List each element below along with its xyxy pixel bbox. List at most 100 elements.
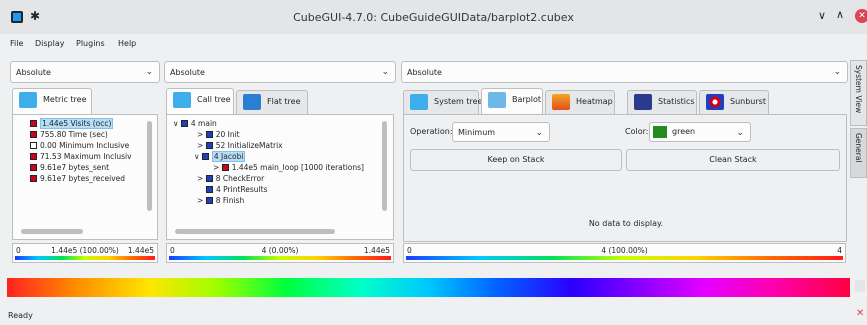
tree-row-label: 0.00 Minimum Inclusive: [40, 141, 130, 150]
color-select[interactable]: green ⌄: [649, 122, 751, 142]
operation-select[interactable]: Minimum ⌄: [452, 122, 550, 142]
side-tab-system-view[interactable]: System View: [850, 60, 867, 126]
scale-max: 4: [837, 246, 842, 255]
tab-metric-tree[interactable]: Metric tree: [12, 88, 92, 114]
side-tab-general-label: General: [854, 133, 863, 163]
vertical-scrollbar[interactable]: [382, 121, 387, 211]
side-tab-bar: System View General: [850, 56, 867, 268]
scale-gradient: [169, 256, 391, 260]
tree-row-label: 9.61e7 bytes_sent: [40, 163, 110, 172]
call-panel: Call tree Flat tree ∨ 4 main > 20 Init >…: [164, 88, 396, 268]
tab-flat-tree[interactable]: Flat tree: [236, 90, 308, 114]
tree-row[interactable]: 71.53 Maximum Inclusiv: [30, 152, 132, 162]
side-tab-general[interactable]: General: [850, 128, 867, 178]
tree-row[interactable]: > 1.44e5 main_loop [1000 iterations]: [213, 163, 364, 173]
tree-row[interactable]: 9.61e7 bytes_sent: [30, 163, 109, 173]
tab-statistics-label: Statistics: [658, 97, 695, 106]
keep-on-stack-button[interactable]: Keep on Stack: [410, 149, 622, 171]
expand-chevron-icon[interactable]: >: [197, 130, 203, 139]
tree-row-label: 4 PrintResults: [216, 185, 268, 194]
tree-row[interactable]: ∨ 4 Jacobi: [194, 151, 246, 162]
operation-value: Minimum: [458, 128, 496, 137]
tab-heatmap[interactable]: Heatmap: [545, 90, 615, 114]
flat-tree-icon: [243, 94, 261, 110]
system-mode-value: Absolute: [407, 68, 442, 77]
color-square: [30, 131, 37, 138]
chevron-down-icon: ⌄: [535, 128, 543, 138]
metric-tree[interactable]: 1.44e5 Visits (occ) 755.80 Time (sec) 0.…: [12, 114, 158, 240]
menu-plugins[interactable]: Plugins: [76, 39, 105, 48]
barplot-icon: [488, 92, 506, 108]
color-square: [30, 153, 37, 160]
chevron-down-icon: ⌄: [381, 67, 389, 77]
call-value-mode-select[interactable]: Absolute ⌄: [164, 61, 396, 83]
color-legend-handle[interactable]: [855, 280, 865, 292]
horizontal-scrollbar[interactable]: [21, 229, 83, 234]
color-label: Color:: [625, 127, 649, 136]
menu-display[interactable]: Display: [35, 39, 65, 48]
tab-barplot[interactable]: Barplot: [481, 88, 543, 114]
tree-row[interactable]: 755.80 Time (sec): [30, 130, 108, 140]
chevron-down-icon: ⌄: [145, 67, 153, 77]
tree-row[interactable]: 9.61e7 bytes_received: [30, 174, 125, 184]
window-title: CubeGUI-4.7.0: CubeGuideGUIData/barplot2…: [293, 11, 574, 24]
call-mode-value: Absolute: [170, 68, 205, 77]
tree-row[interactable]: > 20 Init: [197, 130, 240, 140]
tree-row-label: 4 main: [190, 119, 217, 128]
expand-chevron-icon[interactable]: >: [213, 163, 219, 172]
tree-row-label: 20 Init: [215, 130, 240, 139]
tab-sunburst[interactable]: Sunburst: [699, 90, 769, 114]
scale-max: 1.44e5: [363, 246, 390, 255]
tree-row-label: 52 InitializeMatrix: [215, 141, 283, 150]
color-swatch: [653, 126, 667, 138]
maximize-icon[interactable]: ∧: [836, 8, 844, 21]
menu-help[interactable]: Help: [118, 39, 136, 48]
title-bar: ✱ CubeGUI-4.7.0: CubeGuideGUIData/barplo…: [0, 0, 867, 34]
metric-panel: Metric tree 1.44e5 Visits (occ) 755.80 T…: [10, 88, 160, 268]
system-value-mode-select[interactable]: Absolute ⌄: [401, 61, 848, 83]
expand-chevron-icon[interactable]: >: [197, 174, 203, 183]
expand-chevron-icon[interactable]: >: [197, 196, 203, 205]
system-color-scale: 0 4 (100.00%) 4: [403, 243, 846, 263]
tree-row-label: 755.80 Time (sec): [40, 130, 108, 139]
tab-system-tree[interactable]: System tree: [403, 90, 482, 114]
tree-row-label: 8 Finish: [215, 196, 245, 205]
close-small-icon[interactable]: ✕: [856, 308, 864, 319]
operation-label: Operation:: [410, 127, 453, 136]
tree-row-label: 8 CheckError: [215, 174, 265, 183]
tree-row[interactable]: ∨ 4 main: [173, 119, 217, 129]
color-square: [221, 164, 229, 171]
tab-statistics[interactable]: Statistics: [627, 90, 697, 114]
menu-file[interactable]: File: [10, 39, 23, 48]
collapse-chevron-icon[interactable]: ∨: [194, 152, 200, 161]
vertical-scrollbar[interactable]: [147, 121, 152, 211]
system-panel: System tree Barplot Heatmap Statistics S…: [401, 88, 848, 268]
tab-call-tree[interactable]: Call tree: [166, 88, 234, 114]
color-square: [180, 120, 188, 127]
call-tree[interactable]: ∨ 4 main > 20 Init > 52 InitializeMatrix…: [166, 114, 394, 240]
tree-row-label: 4 Jacobi: [211, 151, 246, 162]
menu-bar: File Display Plugins Help: [0, 34, 867, 56]
tree-row[interactable]: 0.00 Minimum Inclusive: [30, 141, 129, 151]
horizontal-scrollbar[interactable]: [175, 229, 335, 234]
tree-row[interactable]: > 8 CheckError: [197, 174, 264, 184]
minimize-icon[interactable]: ∨: [818, 9, 826, 22]
tab-barplot-label: Barplot: [512, 95, 542, 104]
tree-row[interactable]: 1.44e5 Visits (occ): [30, 118, 114, 129]
close-icon[interactable]: ✕: [855, 9, 867, 23]
clean-stack-button[interactable]: Clean Stack: [626, 149, 840, 171]
scale-value: 4 (0.00%): [261, 246, 299, 255]
expand-chevron-icon[interactable]: >: [197, 141, 203, 150]
call-tree-icon: [173, 92, 191, 108]
tree-row[interactable]: > 8 Finish: [197, 196, 244, 206]
color-square: [30, 164, 37, 171]
tree-row[interactable]: > 52 InitializeMatrix: [197, 141, 283, 151]
tree-row-label: 1.44e5 Visits (occ): [40, 118, 114, 129]
sunburst-icon: [706, 94, 724, 110]
metric-value-mode-select[interactable]: Absolute ⌄: [10, 61, 160, 83]
tree-row[interactable]: 4 PrintResults: [206, 185, 268, 195]
metric-mode-value: Absolute: [16, 68, 51, 77]
collapse-chevron-icon[interactable]: ∨: [173, 119, 179, 128]
color-square: [205, 142, 213, 149]
call-color-scale: 0 4 (0.00%) 1.44e5: [166, 243, 394, 263]
